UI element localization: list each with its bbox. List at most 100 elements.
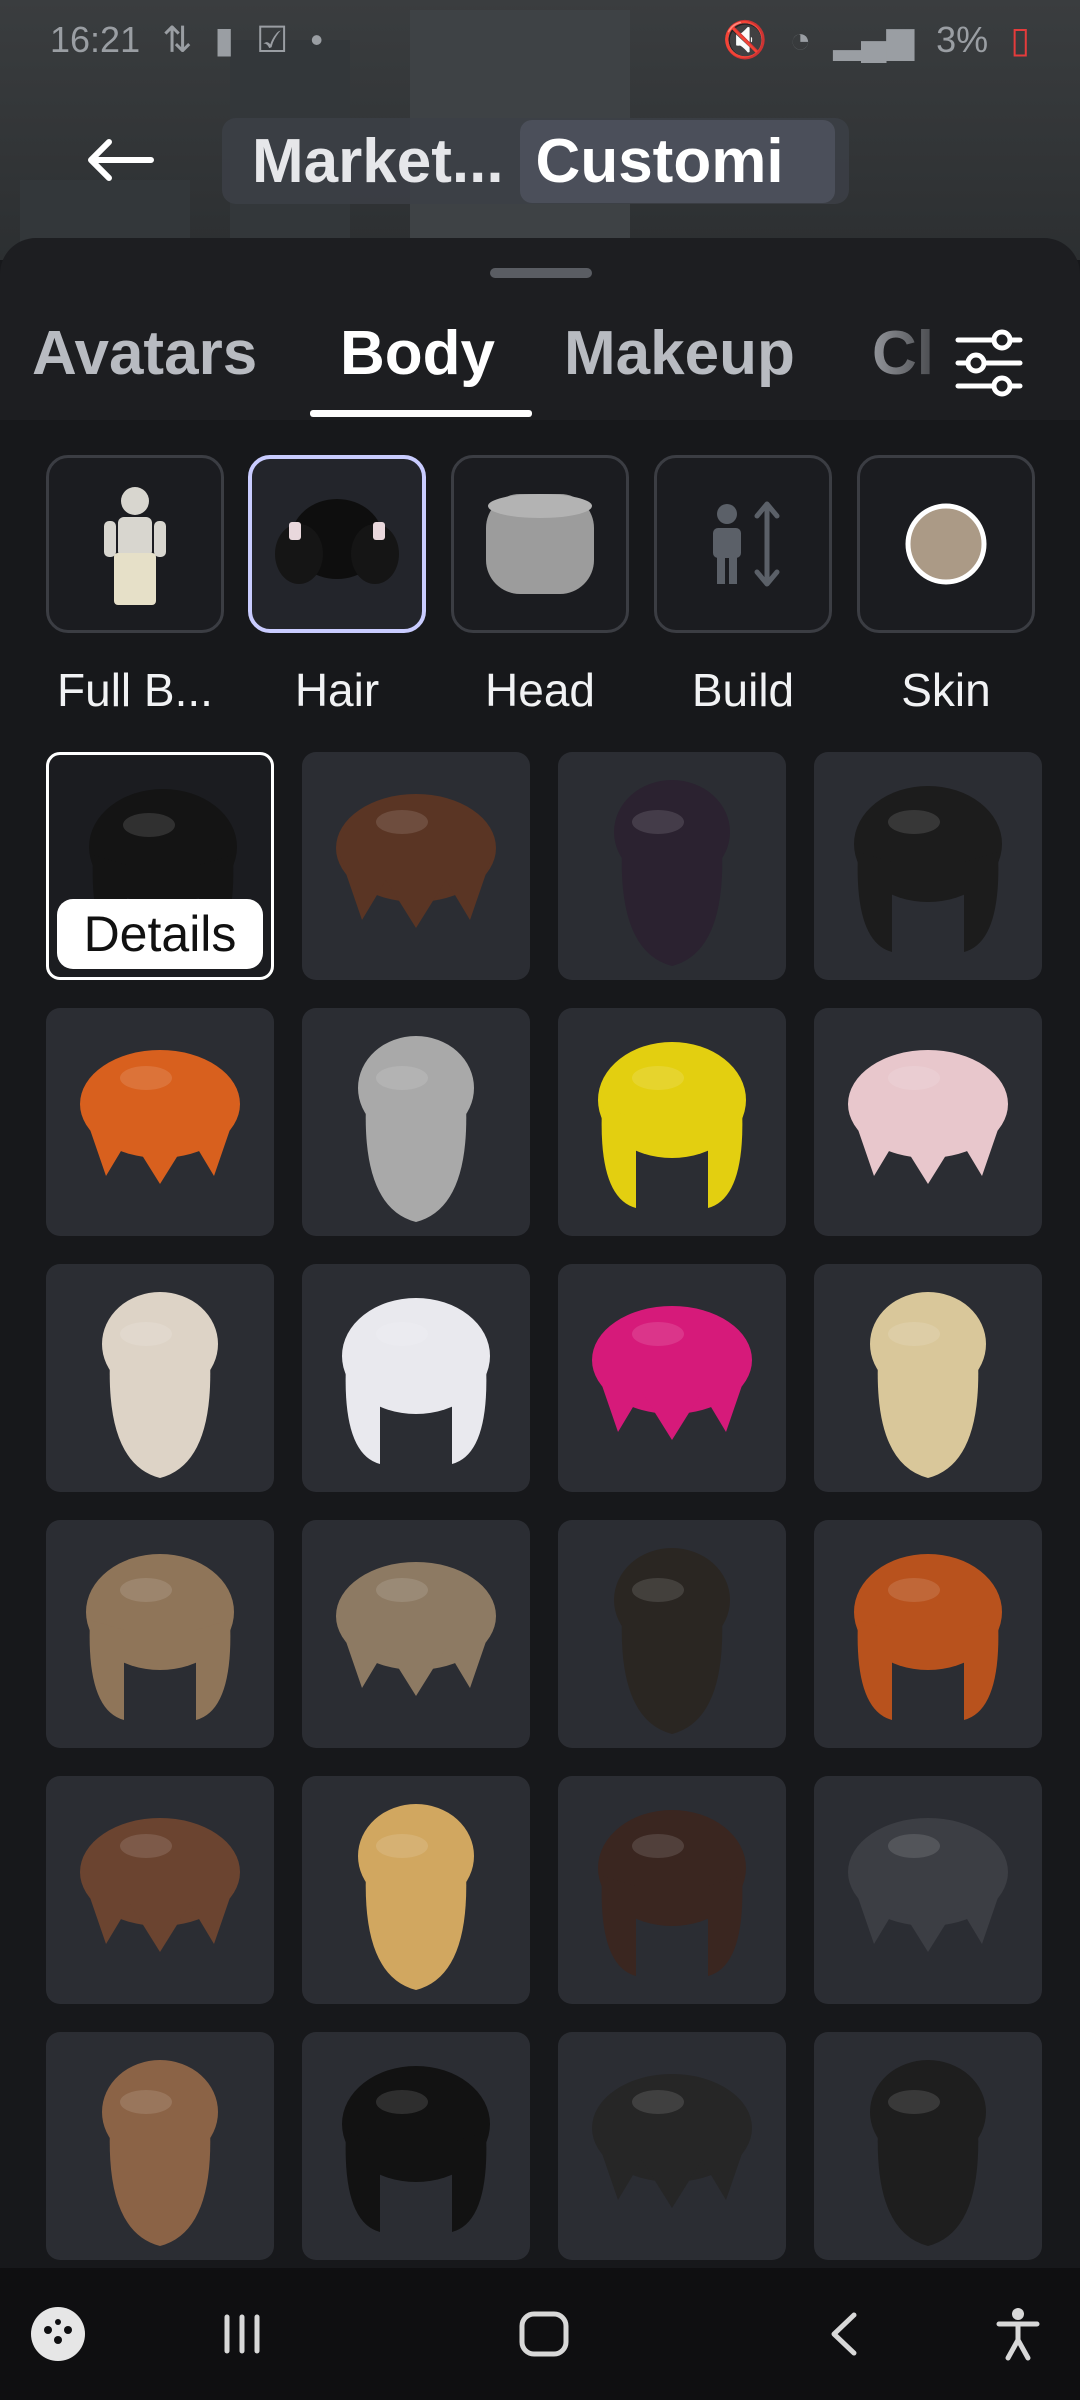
hair-item[interactable]: Details [46,752,274,980]
hair-item[interactable] [302,1008,530,1236]
breadcrumb: Market... Customi [222,118,849,204]
status-bar: 16:21 ⇅ ▮ ☑ • 🔇 ◔ ▂▄▆ 3% ▯ [0,0,1080,80]
hair-thumbnail-icon [86,1554,234,1720]
hair-item[interactable] [302,2032,530,2260]
hair-item[interactable] [814,1776,1042,2004]
hair-thumbnail-icon [592,2074,752,2208]
head-icon [486,494,594,594]
category-head[interactable]: Head [451,455,629,717]
hair-thumbnail-icon [848,1818,1008,1952]
category-skin[interactable]: Skin [857,455,1035,717]
hair-item[interactable] [46,2032,274,2260]
hair-thumbnail-icon [854,786,1002,952]
game-launcher-icon [31,2307,85,2361]
battery-icon: ▯ [1010,19,1030,60]
breadcrumb-customize[interactable]: Customi [519,119,835,203]
hair-thumbnail-icon [870,2060,986,2246]
home-button[interactable] [508,2298,580,2370]
hair-thumbnail-icon [102,2060,218,2246]
tab-indicator [310,410,532,417]
hair-item[interactable] [302,1776,530,2004]
category-label: Build [691,664,795,716]
battery-alert-icon: ▮ [214,19,235,60]
signal-icon: ▂▄▆ [833,19,915,60]
gamepad-launcher-button[interactable] [22,2298,94,2370]
hair-thumbnail-icon [80,1818,240,1952]
hair-thumbnail-icon [614,780,730,966]
hair-item[interactable] [558,1008,786,1236]
checkbox-notification-icon: ☑ [256,19,289,60]
transfer-icon: ⇅ [162,19,193,60]
wifi-icon: ◔ [789,19,812,60]
screen: { "status_bar": { "time": "16:21", "batt… [0,0,1080,2400]
home-icon [519,2311,569,2357]
accessibility-icon [996,2308,1040,2361]
hair-item[interactable] [814,752,1042,980]
dot-icon: • [310,19,323,60]
hair-thumbnail-icon [342,2066,490,2232]
build-icon [713,501,780,587]
hair-thumbnail-icon [598,1810,746,1976]
drag-handle[interactable] [490,268,592,278]
filter-button[interactable] [950,324,1028,402]
hair-thumbnail-icon [80,1050,240,1184]
hair-item[interactable] [814,1520,1042,1748]
tab-avatars[interactable]: Avatars [32,318,257,389]
hair-item[interactable] [814,2032,1042,2260]
hair-item[interactable] [814,1008,1042,1236]
sliders-icon [955,329,1023,397]
hair-thumbnail-icon [358,1804,474,1990]
hair-thumbnail-icon [870,1292,986,1478]
hair-thumbnail-icon [614,1548,730,1734]
full-body-icon [104,487,166,605]
category-row: Full B... Hair Head Build Skin [0,420,1080,728]
tab-bar: Avatars Body Makeup Cl [0,298,1080,420]
category-build[interactable]: Build [654,455,832,717]
hair-item[interactable] [46,1776,274,2004]
hair-item[interactable] [558,752,786,980]
recent-apps-button[interactable] [206,2298,278,2370]
hair-item[interactable] [302,1520,530,1748]
skin-tone-icon [905,503,987,585]
hair-item[interactable] [46,1008,274,1236]
hair-item[interactable] [46,1520,274,1748]
category-label: Full B... [57,664,213,716]
accessibility-button[interactable] [982,2298,1054,2370]
tab-body[interactable]: Body [340,318,495,389]
breadcrumb-marketplace[interactable]: Market... [236,120,520,203]
hair-thumbnail-icon [102,1292,218,1478]
customize-sheet: Avatars Body Makeup Cl [0,238,1080,2268]
hair-item[interactable] [558,1264,786,1492]
hair-thumbnail-icon [336,1562,496,1696]
hair-item[interactable] [814,1264,1042,1492]
battery-percent: 3% [936,19,989,60]
recents-icon [224,2314,260,2354]
category-label: Head [485,664,595,716]
category-label: Skin [901,664,991,716]
hair-thumbnail-icon [358,1036,474,1222]
back-button[interactable] [70,120,170,200]
hair-thumbnail-icon [336,794,496,928]
hair-thumbnail-icon [342,1298,490,1464]
clock: 16:21 [50,19,141,60]
category-full-body[interactable]: Full B... [46,455,224,717]
header: Market... Customi [0,110,1080,210]
hair-item[interactable] [302,752,530,980]
category-hair[interactable]: Hair [248,455,426,717]
hair-item[interactable] [46,1264,274,1492]
hair-thumbnail-icon [854,1554,1002,1720]
hair-item[interactable] [558,1520,786,1748]
hair-item[interactable] [302,1264,530,1492]
category-label: Hair [294,664,380,716]
details-button[interactable]: Details [57,899,263,969]
hair-thumbnail-icon [592,1306,752,1440]
system-nav-bar [0,2268,1080,2400]
back-nav-button[interactable] [808,2298,880,2370]
mute-icon: 🔇 [722,19,768,60]
hair-item[interactable] [558,2032,786,2260]
tab-makeup[interactable]: Makeup [564,318,795,389]
hair-item[interactable] [558,1776,786,2004]
arrow-left-icon [88,139,154,181]
hair-icon [275,499,399,584]
chevron-left-icon [831,2312,857,2356]
